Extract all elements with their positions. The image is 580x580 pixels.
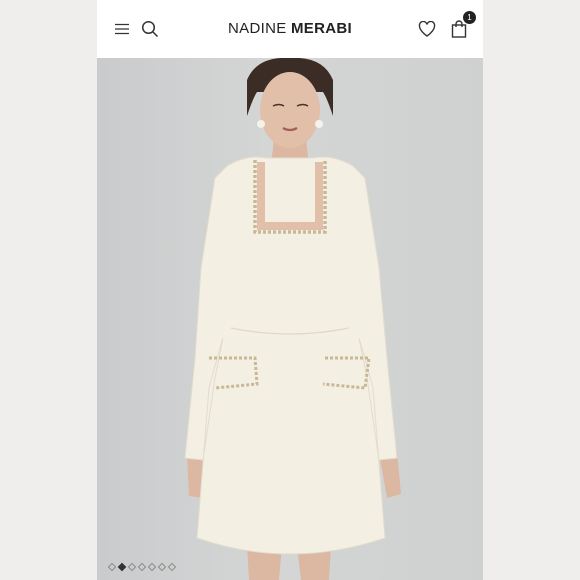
product-image[interactable] [97,57,483,580]
gallery-pagination [107,562,177,572]
heart-icon[interactable] [415,17,439,41]
brand-last: MERABI [290,20,352,37]
gallery-dot[interactable] [167,562,177,572]
gallery-dot[interactable] [137,562,147,572]
shopping-bag-icon[interactable]: 1 [447,11,476,41]
gallery-dot[interactable] [147,562,157,572]
gallery-dot[interactable] [127,562,137,572]
gallery-dot[interactable] [157,562,167,572]
brand-first: NADINE [228,20,287,37]
model-photo [184,57,401,580]
gallery-dot-active[interactable] [117,562,127,572]
product-page: NADINE MERABI 1 [97,0,483,580]
gallery-dot[interactable] [107,562,117,572]
site-header: NADINE MERABI 1 [97,0,483,58]
cart-count-badge: 1 [463,11,476,24]
